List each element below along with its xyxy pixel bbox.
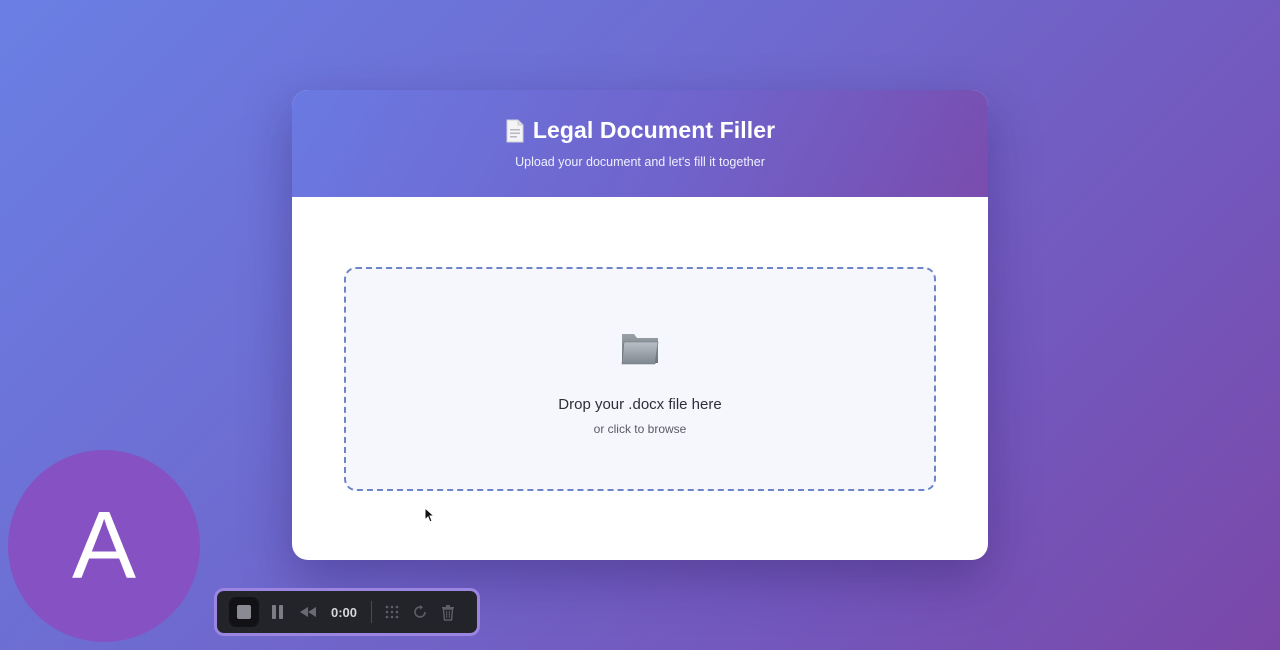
stop-icon — [237, 605, 251, 619]
mouse-cursor-icon — [424, 506, 436, 523]
folder-icon — [620, 329, 660, 367]
grid-icon — [385, 605, 399, 619]
card-header: Legal Document Filler Upload your docume… — [292, 90, 988, 197]
page-title: Legal Document Filler — [532, 117, 776, 143]
recording-toolbar: 0:00 — [214, 588, 480, 636]
document-icon — [505, 119, 525, 143]
recording-time: 0:00 — [331, 604, 358, 620]
grid-button[interactable] — [378, 597, 406, 627]
upload-card: Legal Document Filler Upload your docume… — [292, 90, 988, 560]
dropzone-hint: or click to browse — [593, 422, 687, 436]
trash-icon — [442, 604, 455, 621]
rewind-button[interactable] — [295, 597, 321, 627]
delete-button[interactable] — [434, 597, 462, 627]
stop-button[interactable] — [229, 597, 259, 627]
toolbar-divider — [371, 601, 373, 623]
file-dropzone[interactable]: Drop your .docx file here or click to br… — [344, 267, 936, 491]
dropzone-title: Drop your .docx file here — [558, 396, 722, 413]
restart-button[interactable] — [406, 597, 434, 627]
rewind-icon — [300, 607, 316, 617]
title-row: Legal Document Filler — [292, 90, 988, 144]
restart-icon — [414, 605, 426, 618]
pause-button[interactable] — [265, 597, 291, 627]
avatar: A — [8, 450, 200, 642]
pause-icon — [272, 605, 283, 619]
page-subtitle: Upload your document and let's fill it t… — [515, 155, 765, 169]
